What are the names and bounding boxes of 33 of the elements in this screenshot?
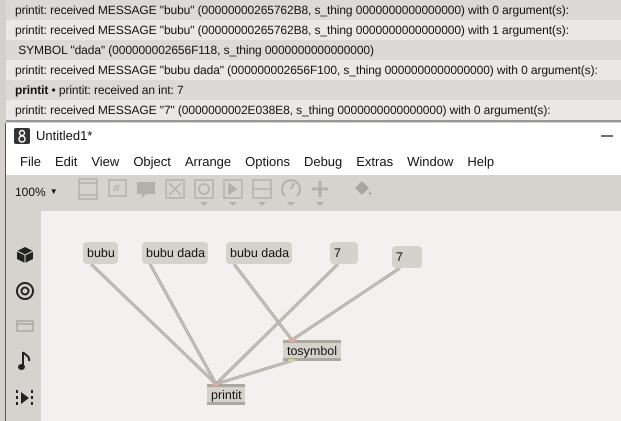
menu-item[interactable]: Help xyxy=(460,154,502,169)
patch-cord[interactable] xyxy=(148,263,218,385)
menu-item[interactable]: Window xyxy=(400,154,460,169)
menu-item[interactable]: Debug xyxy=(296,154,350,169)
message-box[interactable]: bubu xyxy=(83,242,118,264)
object-box[interactable]: printit xyxy=(207,384,245,405)
music-note-icon[interactable] xyxy=(18,351,32,371)
object-box[interactable]: tosymbol xyxy=(283,340,341,361)
message-box[interactable]: 7 xyxy=(330,242,358,264)
inlet-icon[interactable] xyxy=(212,383,219,386)
message-box[interactable]: bubu dada xyxy=(226,242,292,264)
message-box[interactable]: bubu dada xyxy=(142,242,208,264)
menu-item[interactable]: Edit xyxy=(48,154,84,169)
target-icon[interactable] xyxy=(14,281,34,301)
patch-cord[interactable] xyxy=(291,266,401,342)
message-box[interactable]: 7 xyxy=(392,246,422,268)
menu-item[interactable]: File xyxy=(13,154,48,169)
outlet-icon[interactable] xyxy=(288,359,295,362)
app-logo-icon xyxy=(14,128,30,144)
menu-item[interactable]: Object xyxy=(126,154,178,169)
zoom-dropdown[interactable]: 100% ▼ xyxy=(15,184,73,198)
menu-item[interactable]: View xyxy=(84,154,126,169)
menu-item[interactable]: Arrange xyxy=(178,154,238,169)
panel-icon[interactable] xyxy=(14,318,34,334)
inlet-icon[interactable] xyxy=(288,339,295,342)
patch-cord[interactable] xyxy=(216,360,292,386)
step-icon[interactable] xyxy=(14,388,34,408)
patch-cord[interactable] xyxy=(232,263,294,341)
cube-icon[interactable] xyxy=(16,246,34,264)
menu-item[interactable]: Options xyxy=(238,154,297,169)
window-title: Untitled1* xyxy=(36,128,94,143)
menu-item[interactable]: Extras xyxy=(349,154,400,169)
patch-cord[interactable] xyxy=(214,262,340,386)
